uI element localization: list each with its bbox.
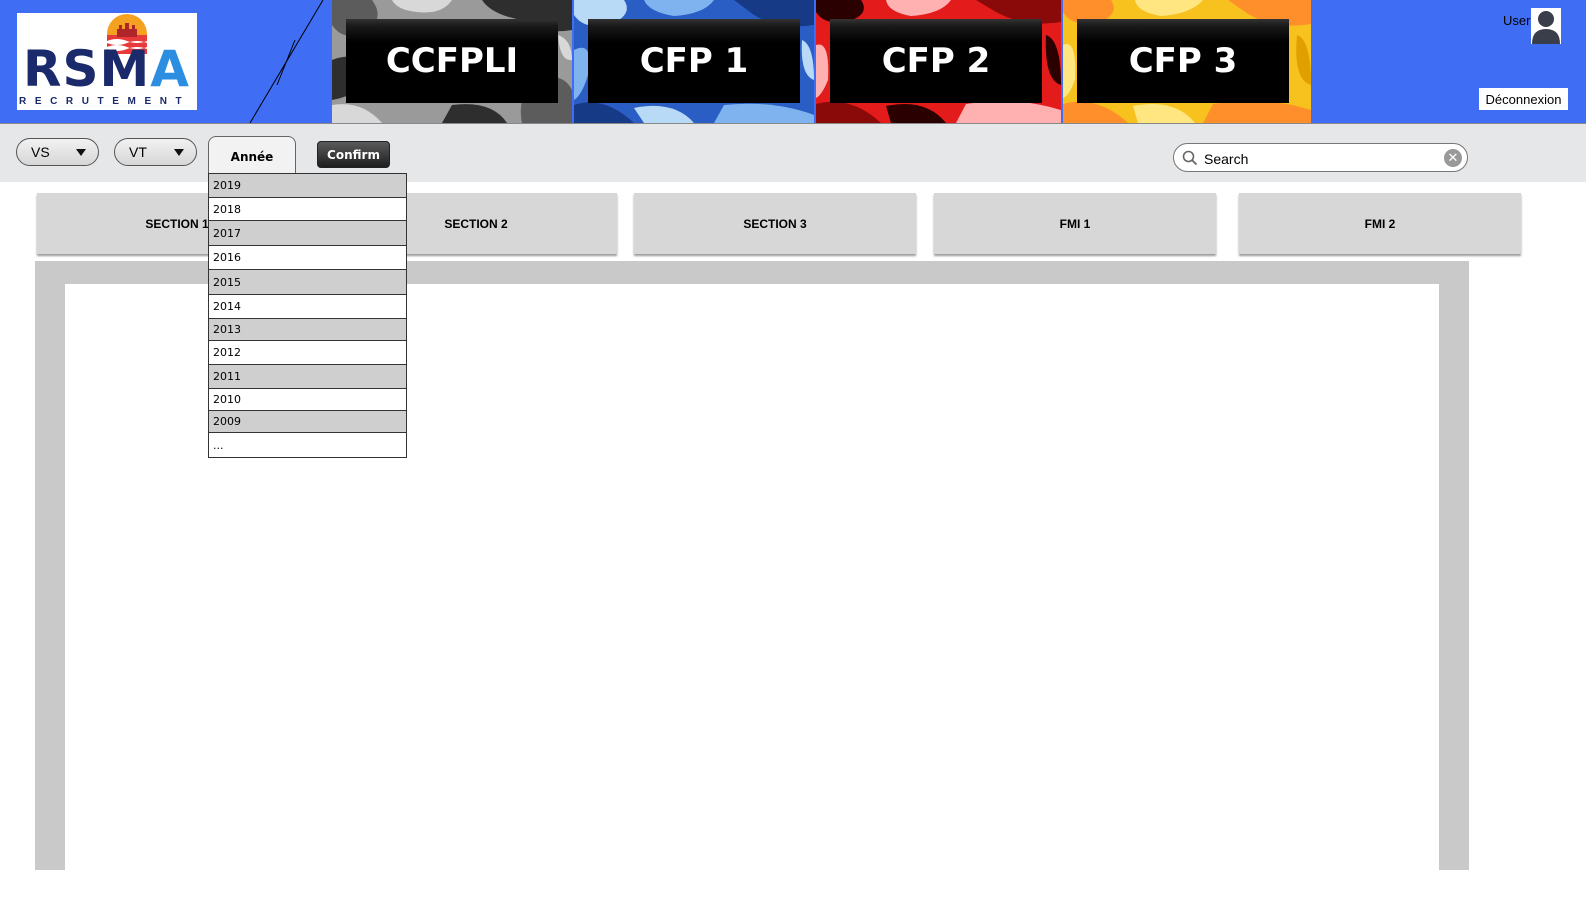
year-option-2013[interactable]: 2013 xyxy=(209,319,406,341)
vt-select-value: VT xyxy=(129,144,147,160)
logout-button[interactable]: Déconnexion xyxy=(1479,88,1568,110)
cfp-tile-cfp2: CFP 2 xyxy=(816,0,1061,123)
tab-fmi-2[interactable]: FMI 2 xyxy=(1239,193,1521,254)
year-option-2012[interactable]: 2012 xyxy=(209,341,406,365)
year-option-2010[interactable]: 2010 xyxy=(209,389,406,411)
year-option-more[interactable]: ... xyxy=(209,433,406,457)
confirm-button[interactable]: Confirm xyxy=(317,141,390,168)
cfp-tile-cfp3: CFP 3 xyxy=(1063,0,1311,123)
year-option-2014[interactable]: 2014 xyxy=(209,295,406,319)
vs-select-value: VS xyxy=(31,144,50,160)
cfp-button-cfp3[interactable]: CFP 3 xyxy=(1077,19,1289,103)
year-option-2009[interactable]: 2009 xyxy=(209,411,406,433)
user-label: User xyxy=(1503,13,1531,28)
app-header: RSMA RECRUTEMENT CCFPLI CFP 1 CFP 2 CFP … xyxy=(0,0,1586,123)
clear-search-icon[interactable]: ✕ xyxy=(1444,149,1462,167)
year-option-2011[interactable]: 2011 xyxy=(209,365,406,389)
year-option-2017[interactable]: 2017 xyxy=(209,221,406,246)
cfp-tile-cfp1: CFP 1 xyxy=(574,0,814,123)
logo-subtitle: RECRUTEMENT xyxy=(19,96,191,107)
tab-section-3[interactable]: SECTION 3 xyxy=(634,193,916,254)
chevron-down-icon xyxy=(174,149,184,156)
user-avatar-icon[interactable] xyxy=(1531,8,1561,44)
year-select-tab[interactable]: Année xyxy=(208,136,296,176)
year-option-2016[interactable]: 2016 xyxy=(209,246,406,270)
logo-text: RSMA xyxy=(23,40,190,98)
search-icon xyxy=(1182,150,1198,166)
rsma-logo[interactable]: RSMA RECRUTEMENT xyxy=(17,13,197,110)
search-box: ✕ xyxy=(1173,143,1468,172)
cfp-button-cfp1[interactable]: CFP 1 xyxy=(588,19,800,103)
decorative-diagonal-lines xyxy=(249,0,324,123)
vs-select[interactable]: VS xyxy=(16,138,99,166)
year-option-2015[interactable]: 2015 xyxy=(209,270,406,295)
year-option-2019[interactable]: 2019 xyxy=(209,174,406,198)
cfp-button-cfp2[interactable]: CFP 2 xyxy=(830,19,1042,103)
year-dropdown-list: 2019 2018 2017 2016 2015 2014 2013 2012 … xyxy=(208,173,407,458)
search-input[interactable] xyxy=(1202,148,1441,170)
chevron-down-icon xyxy=(76,149,86,156)
cfp-tile-ccfpli: CCFPLI xyxy=(332,0,572,123)
year-option-2018[interactable]: 2018 xyxy=(209,198,406,221)
tab-fmi-1[interactable]: FMI 1 xyxy=(934,193,1216,254)
cfp-button-ccfpli[interactable]: CCFPLI xyxy=(346,19,558,103)
vt-select[interactable]: VT xyxy=(114,138,197,166)
